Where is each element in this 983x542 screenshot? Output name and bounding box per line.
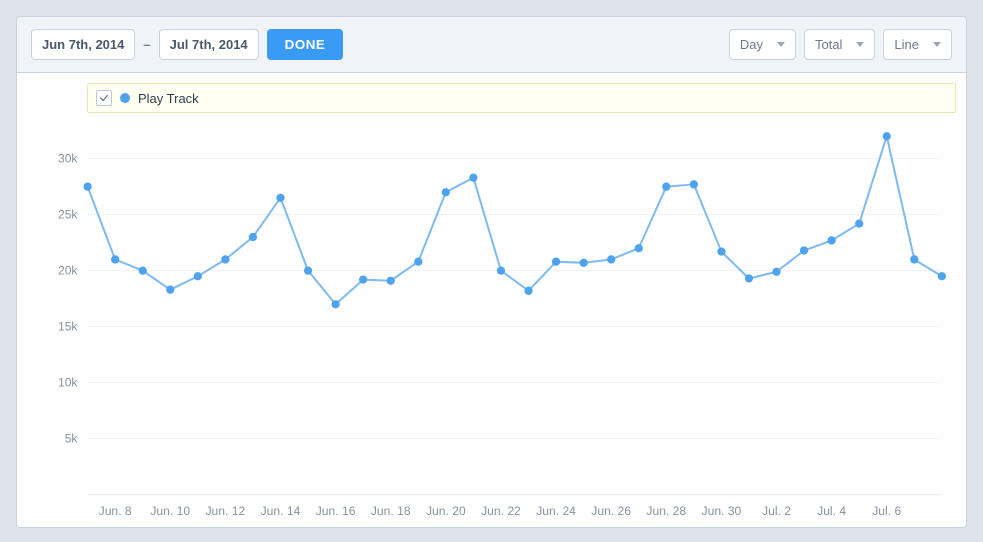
- svg-text:Jun. 30: Jun. 30: [702, 504, 742, 518]
- date-end-picker[interactable]: Jul 7th, 2014: [159, 29, 259, 60]
- chevron-down-icon: [856, 42, 864, 47]
- svg-text:15k: 15k: [58, 320, 78, 334]
- svg-text:Jun. 8: Jun. 8: [99, 504, 132, 518]
- chart-plot: 5k 10k 15k 20k 25k 30k Jun. 8 Jun. 10 Jun. 12 Jun…: [27, 119, 956, 523]
- checkmark-icon: [99, 93, 109, 103]
- svg-text:Jun. 28: Jun. 28: [646, 504, 686, 518]
- chevron-down-icon: [933, 42, 941, 47]
- chevron-down-icon: [777, 42, 785, 47]
- svg-text:Jul. 4: Jul. 4: [817, 504, 846, 518]
- svg-text:Jun. 24: Jun. 24: [536, 504, 576, 518]
- legend-swatch: [120, 93, 130, 103]
- svg-text:Jun. 16: Jun. 16: [316, 504, 356, 518]
- toolbar: Jun 7th, 2014 – Jul 7th, 2014 DONE Day T…: [17, 17, 966, 73]
- svg-text:30k: 30k: [58, 152, 78, 166]
- svg-text:Jul. 2: Jul. 2: [762, 504, 791, 518]
- legend-series-label: Play Track: [138, 91, 199, 106]
- svg-text:Jun. 14: Jun. 14: [261, 504, 301, 518]
- chart-legend: Play Track: [87, 83, 956, 113]
- date-range-separator: –: [143, 37, 150, 52]
- aggregation-select[interactable]: Total: [804, 29, 875, 60]
- svg-text:Jul. 6: Jul. 6: [872, 504, 901, 518]
- svg-text:Jun. 12: Jun. 12: [206, 504, 246, 518]
- done-button[interactable]: DONE: [267, 29, 344, 60]
- svg-text:20k: 20k: [58, 264, 78, 278]
- legend-checkbox[interactable]: [96, 90, 112, 106]
- svg-text:Jun. 18: Jun. 18: [371, 504, 411, 518]
- svg-text:Jun. 20: Jun. 20: [426, 504, 466, 518]
- chart-type-select-value: Line: [894, 37, 919, 52]
- svg-text:5k: 5k: [65, 432, 79, 446]
- svg-text:10k: 10k: [58, 376, 78, 390]
- svg-text:Jun. 26: Jun. 26: [591, 504, 631, 518]
- granularity-select[interactable]: Day: [729, 29, 796, 60]
- chart-panel: Jun 7th, 2014 – Jul 7th, 2014 DONE Day T…: [16, 16, 967, 528]
- svg-text:Jun. 22: Jun. 22: [481, 504, 521, 518]
- chart-type-select[interactable]: Line: [883, 29, 952, 60]
- svg-text:25k: 25k: [58, 208, 78, 222]
- date-start-picker[interactable]: Jun 7th, 2014: [31, 29, 135, 60]
- granularity-select-value: Day: [740, 37, 763, 52]
- svg-text:Jun. 10: Jun. 10: [150, 504, 190, 518]
- aggregation-select-value: Total: [815, 37, 842, 52]
